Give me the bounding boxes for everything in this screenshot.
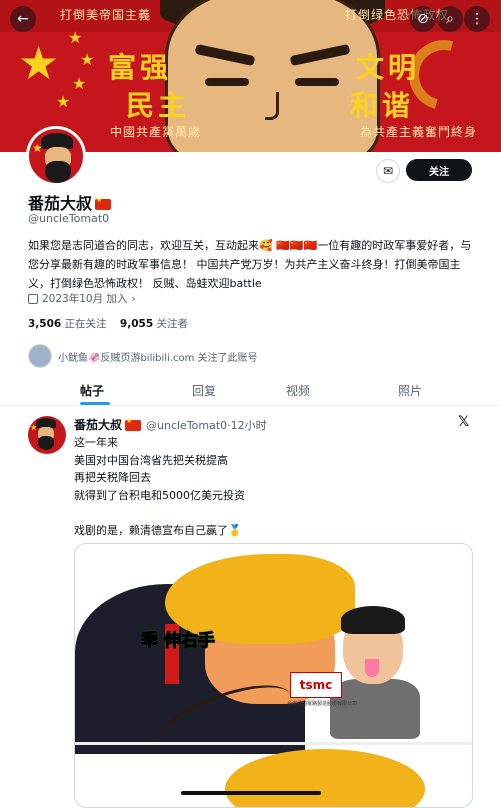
post-image[interactable]: tsmc 台灣積體電路製造股份有限公司 乖 伸右手 (74, 543, 473, 808)
post-line: 这一年来 (74, 436, 118, 449)
search-icon: ⌕ (446, 11, 454, 27)
slogan-3: 民主 (126, 89, 191, 122)
avatar[interactable]: ★ (26, 126, 86, 186)
post-avatar[interactable]: ★ (28, 416, 66, 454)
x-logo-icon: 𝕏 (458, 414, 470, 430)
back-button[interactable]: ← (10, 6, 36, 32)
arrow-left-icon: ← (17, 11, 29, 27)
post-author-name[interactable]: 番茄大叔 (74, 416, 142, 433)
banner-star-icon: ★ (80, 50, 95, 69)
banner-bottom-left-text: 中國共產黨萬歲 (110, 125, 202, 139)
banner-star-icon: ★ (72, 74, 87, 93)
tab-photos[interactable]: 照片 (398, 382, 422, 399)
more-button[interactable]: ⋮ (464, 6, 490, 32)
image-divider (75, 742, 472, 745)
active-tab-indicator (80, 402, 110, 405)
banner-eye-left (205, 78, 249, 86)
banner-star-icon: ★ (68, 28, 83, 47)
image-man-body (330, 679, 420, 739)
followers-count: 9,055 (119, 318, 154, 330)
tab-replies[interactable]: 回复 (192, 382, 216, 399)
grok-icon: ⊘ (417, 11, 429, 27)
follow-stats: 3,506 正在关注 9,055 关注者 (28, 316, 188, 331)
avatar-star-icon: ★ (32, 141, 43, 155)
banner-nose (265, 92, 279, 120)
banner-star-icon: ★ (18, 36, 60, 90)
message-button[interactable]: ✉ (376, 159, 400, 183)
bio: 如果您是志同道合的同志，欢迎互关，互动起来🥰 🇨🇳🇨🇳🇨🇳一位有趣的时政军事爱好… (28, 239, 472, 290)
image-caption: 乖 伸右手 (141, 631, 216, 652)
post-avatar-star-icon: ★ (30, 423, 38, 432)
search-button[interactable]: ⌕ (437, 6, 463, 32)
followers-label: 关注者 (156, 318, 188, 330)
banner-bottom-right-text: 為共產主義奮鬥終身 (360, 125, 478, 139)
tsmc-logo: tsmc (290, 672, 342, 698)
grok-button[interactable]: ⊘ (410, 6, 436, 32)
post-line: 戏剧的是，赖清德宣布自己赢了🥇 (74, 523, 242, 537)
followed-by-text: 小鱿鱼🦑反贼页游bilibili.com 关注了此账号 (58, 352, 258, 364)
post-author-text: 番茄大叔 (74, 418, 123, 432)
display-name-text: 番茄大叔 (28, 194, 93, 213)
join-date: 2023年10月 加入 › (28, 291, 136, 306)
banner-eye-right (295, 78, 339, 86)
display-name: 番茄大叔 (28, 190, 112, 214)
china-flag-icon (95, 196, 112, 210)
post-line: 再把关税降回去 (74, 471, 151, 484)
tab-videos[interactable]: 视频 (286, 382, 310, 399)
banner-top-left-text: 打倒美帝国主義 (60, 8, 152, 22)
more-icon: ⋮ (470, 11, 484, 27)
handle: @uncleTomat0 (28, 212, 110, 225)
avatar-beard (45, 161, 71, 183)
slogan-2: 文明 (356, 51, 421, 84)
image-man-hair (341, 606, 405, 634)
calendar-icon (28, 293, 38, 304)
following-label: 正在关注 (64, 318, 107, 330)
post-text: 这一年来 美国对中国台湾省先把关税提高 再把关税降回去 就得到了台积电和5000… (74, 434, 245, 539)
post-line: 就得到了台积电和5000亿美元投资 (74, 488, 245, 502)
following-count: 3,506 (28, 318, 62, 330)
mail-icon: ✉ (382, 164, 394, 178)
followed-by[interactable]: 小鱿鱼🦑反贼页游bilibili.com 关注了此账号 (28, 344, 258, 368)
banner-star-icon: ★ (56, 92, 71, 111)
following-link[interactable]: 3,506 正在关注 (28, 318, 107, 330)
post-avatar-beard (38, 436, 54, 450)
follow-button[interactable]: 关注 (406, 159, 472, 181)
join-date-text: 2023年10月 加入 (42, 293, 128, 305)
post-line: 美国对中国台湾省先把关税提高 (74, 453, 228, 467)
slogan-1: 富强 (108, 51, 173, 84)
post-handle-time[interactable]: @uncleTomat0·12小时 (146, 417, 267, 433)
profile-tabs: 帖子 回复 视频 照片 (0, 374, 501, 406)
tab-posts[interactable]: 帖子 (80, 382, 104, 399)
china-flag-icon (125, 417, 142, 431)
follower-avatar (28, 344, 52, 368)
home-indicator[interactable] (181, 791, 321, 795)
image-hair-2 (225, 749, 425, 807)
followers-link[interactable]: 9,055 关注者 (120, 318, 188, 330)
tsmc-logo-sub: 台灣積體電路製造股份有限公司 (287, 701, 358, 707)
slogan-4: 和谐 (350, 89, 415, 122)
post-line-blank (74, 504, 245, 522)
chevron-right-icon[interactable]: › (131, 293, 135, 305)
image-tongue (365, 659, 379, 677)
